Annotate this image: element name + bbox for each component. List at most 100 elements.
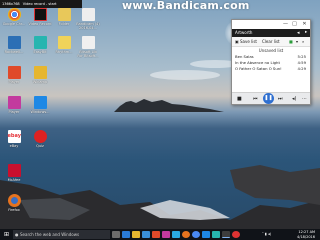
island-silhouette	[114, 99, 224, 112]
pause-button[interactable]: ❚❚	[263, 93, 274, 104]
desktop-icon-label: Winamp	[32, 80, 48, 84]
more-icon[interactable]: ⋯	[302, 96, 307, 102]
record-taskbar-icon[interactable]	[232, 231, 240, 238]
desktop-icon-winamp[interactable]: Winamp	[28, 66, 52, 84]
chevron-up-icon[interactable]: ˄	[262, 232, 264, 236]
clear-list-button[interactable]: Clear list	[262, 37, 280, 46]
desktop-icon-firefox[interactable]: Firefox	[2, 194, 26, 212]
desktop-icon-folder[interactable]: Folder	[52, 8, 76, 26]
back-icon[interactable]: ◂	[297, 29, 300, 37]
taskbar: ⊞ ● Search the web and Windows ˄ ▮ ◂) 12…	[0, 229, 320, 240]
clock-time: 12:27 AM	[298, 230, 315, 234]
desktop-icon-label: Bandicam (4) 2016-04...	[76, 22, 100, 30]
search-placeholder: Search the web and Windows	[20, 232, 80, 237]
player-navbar: Artworth ◂ ▸	[232, 29, 310, 37]
minimize-button[interactable]: —	[282, 20, 289, 29]
chrome-icon	[7, 8, 21, 21]
playlist-title: Unsaved list	[258, 48, 284, 53]
desktop-icon-player[interactable]: Player	[2, 66, 26, 84]
app-icon	[57, 36, 71, 49]
document-icon	[81, 36, 95, 49]
cloud	[150, 70, 220, 80]
desktop-icon-label: Rhythm...	[55, 50, 73, 54]
desktop-icon-rockwell[interactable]: Rockwell...	[2, 36, 26, 54]
file-explorer-icon[interactable]	[132, 231, 140, 238]
app-taskbar-icon[interactable]	[172, 231, 180, 238]
shield-icon	[7, 164, 21, 177]
volume-icon[interactable]: ◂)	[268, 232, 271, 236]
desktop-icon-mcafee[interactable]: McAfee	[2, 164, 26, 182]
desktop-icon-label: Windows...	[30, 110, 50, 114]
bar-chart-icon	[7, 66, 21, 79]
resolution-text: 1366x768	[2, 2, 20, 6]
firefox-taskbar-icon[interactable]	[182, 231, 190, 238]
volume-icon[interactable]: ◂)	[292, 96, 296, 102]
recording-status: Video record - start	[22, 2, 57, 6]
app-icon	[33, 36, 47, 49]
store-icon[interactable]	[142, 231, 150, 238]
winamp-icon	[33, 66, 47, 79]
desktop-icon-label: Bitsoft Lib For Bitsoft...	[77, 50, 99, 58]
clock-date: 4/18/2016	[297, 234, 315, 239]
desktop-icon-label: Player	[8, 110, 20, 114]
previous-icon[interactable]: ⏮	[253, 96, 258, 102]
ebay-icon: ebay	[7, 130, 21, 143]
edge-icon[interactable]	[122, 231, 130, 238]
network-icon[interactable]: ▮	[265, 232, 267, 236]
task-view-icon[interactable]	[112, 231, 120, 238]
recorder-overlay: 1366x768 Video record - start	[0, 0, 82, 8]
desktop-icon-chrome[interactable]: Google Chr...	[2, 8, 26, 26]
clock[interactable]: 12:27 AM 4/18/2016	[297, 230, 315, 239]
media-player-window[interactable]: — □ ✕ Artworth ◂ ▸ ▣ Save list Clear lis…	[231, 19, 311, 105]
media-player-icon	[7, 96, 21, 109]
media-player-taskbar-icon[interactable]	[222, 231, 230, 238]
firefox-icon	[7, 194, 21, 207]
record-icon	[33, 8, 47, 21]
desktop-icon-label: Quiz	[36, 144, 44, 148]
app-taskbar-icon[interactable]	[202, 231, 210, 238]
desktop-icon-ebay[interactable]: ebay eBay	[2, 130, 26, 148]
next-icon[interactable]: ⏭	[278, 96, 283, 102]
folder-icon	[57, 8, 71, 21]
shore-rocks	[0, 165, 320, 229]
desktop-icon-label: Rockwell...	[4, 50, 24, 54]
bandicam-watermark: www.Bandicam.com	[122, 0, 250, 12]
desktop-icon-easybit[interactable]: EasyBit	[28, 36, 52, 54]
desktop-icon-bandicam-file[interactable]: Bandicam (4) 2016-04...	[76, 8, 100, 30]
stop-icon[interactable]: ■	[237, 96, 242, 102]
desktop-icon-media-player[interactable]: Player	[2, 96, 26, 114]
system-tray[interactable]: ˄ ▮ ◂)	[262, 229, 271, 240]
play-icon[interactable]: ▸	[305, 29, 307, 37]
desktop-icon-label: Video Record	[28, 22, 52, 26]
windows-start-icon[interactable]: ⊞	[1, 229, 12, 240]
desktop-icon-video-record[interactable]: Video Record	[28, 8, 52, 26]
desktop-icon-label: eBay	[9, 144, 19, 148]
add-icon[interactable]: ■	[289, 37, 293, 46]
playback-controls: ■ ⏮ ❚❚ ⏭ ◂) ⋯	[232, 92, 310, 104]
windows-icon	[33, 96, 47, 109]
list-options-icon[interactable]: ▾	[296, 37, 298, 46]
maximize-button[interactable]: □	[291, 20, 298, 29]
playlist-toolbar: ▣ Save list Clear list ■ ▾ ⌕	[232, 37, 310, 47]
save-list-button[interactable]: Save list	[240, 37, 257, 46]
desktop-icon-label: Firefox	[8, 208, 20, 212]
track-title: O Father O Satan O Sun!	[235, 66, 282, 71]
microphone-icon: ●	[15, 232, 19, 237]
search-icon[interactable]: ⌕	[302, 37, 304, 46]
desktop: 1366x768 Video record - start www.Bandic…	[0, 0, 320, 229]
desktop-icon-rhythm[interactable]: Rhythm...	[52, 36, 76, 54]
save-icon[interactable]: ▣	[235, 37, 239, 46]
desktop-icon-bitsoft[interactable]: Bitsoft Lib For Bitsoft...	[76, 36, 100, 58]
track-duration: 4:29	[297, 66, 306, 71]
chrome-taskbar-icon[interactable]	[192, 231, 200, 238]
desktop-icon-windows[interactable]: Windows...	[28, 96, 52, 114]
app-taskbar-icon[interactable]	[212, 231, 220, 238]
close-button[interactable]: ✕	[301, 20, 308, 29]
window-titlebar[interactable]: — □ ✕	[232, 20, 310, 29]
app-taskbar-icon[interactable]	[152, 231, 160, 238]
playlist-item[interactable]: O Father O Satan O Sun! 4:29	[232, 66, 310, 72]
app-taskbar-icon[interactable]	[162, 231, 170, 238]
player-header: Artworth	[235, 30, 253, 35]
search-box[interactable]: ● Search the web and Windows	[13, 230, 110, 239]
desktop-icon-quiz[interactable]: Quiz	[28, 130, 52, 148]
